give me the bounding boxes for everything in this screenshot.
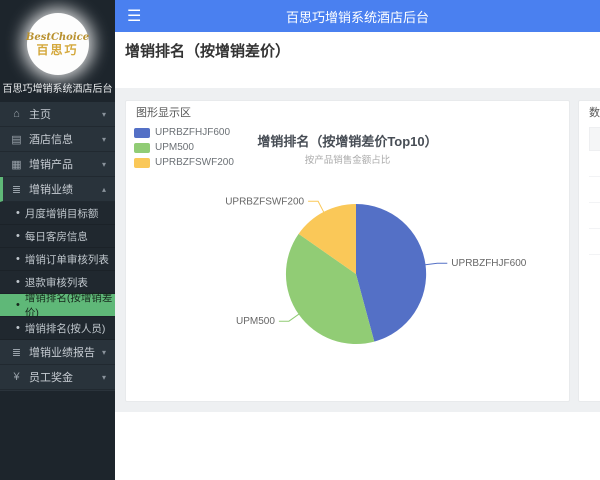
sidebar-item-label: 增销业绩报告 (29, 347, 95, 359)
brand-title: 百思巧增销系统酒店后台 (2, 84, 113, 95)
bullet-icon: • (16, 230, 20, 242)
submenu-item-label: 每日客房信息 (24, 230, 88, 243)
table-row (589, 229, 600, 255)
submenu-item-daily-room-info[interactable]: • 每日客房信息 (0, 225, 115, 248)
chart-panel-title: 图形显示区 (136, 107, 191, 119)
bullet-icon: • (16, 322, 20, 334)
chevron-down-icon: ▾ (101, 109, 106, 119)
data-panel-title: 数据显示区 (589, 107, 600, 119)
logo-script-text: BestChoice (25, 31, 90, 43)
brand-logo: BestChoice 百思巧 (25, 13, 90, 75)
sidebar-item-label: 酒店信息 (29, 134, 73, 146)
chevron-up-icon: ▴ (101, 184, 106, 194)
logo-cn-text: 百思巧 (36, 42, 79, 57)
sidebar-item-upsell-performance[interactable]: ≣ 增销业绩 ▴ (0, 177, 115, 202)
content-area: 图形显示区 UPRBZFHJF600 UPM500 UPRBZFSWF200 增… (115, 88, 600, 412)
sidebar-item-label: 增销业绩 (29, 184, 73, 196)
table-row (589, 177, 600, 203)
sidebar-item-label: 增销产品 (29, 159, 73, 171)
legend-label: UPM500 (155, 142, 194, 153)
sidebar-item-home[interactable]: ⌂ 主页 ▾ (0, 102, 115, 127)
chevron-down-icon: ▾ (101, 159, 106, 169)
bullet-icon: • (16, 299, 20, 311)
sidebar-item-label: 主页 (29, 109, 51, 121)
hamburger-menu-icon[interactable]: ☰ (127, 6, 141, 26)
submenu-item-label: 增销排名(按人员) (24, 322, 106, 335)
chevron-down-icon: ▾ (101, 134, 106, 144)
sidebar-menu: ⌂ 主页 ▾ ▤ 酒店信息 ▾ ▦ 增销产品 ▾ ≣ 增销业绩 ▴ • 月度增销… (0, 102, 115, 391)
legend-item[interactable]: UPM500 (134, 140, 234, 155)
bullet-icon: • (16, 253, 20, 265)
sidebar: BestChoice 百思巧 百思巧增销系统酒店后台 ⌂ 主页 ▾ ▤ 酒店信息… (0, 0, 115, 480)
page-title: 增销排名（按增销差价） (125, 43, 291, 60)
performance-icon: ≣ (11, 183, 22, 196)
legend-item[interactable]: UPRBZFHJF600 (134, 125, 234, 140)
chevron-down-icon: ▾ (101, 347, 106, 357)
topbar: ☰ 百思巧增销系统酒店后台 (115, 0, 600, 32)
chevron-down-icon: ▾ (101, 372, 106, 382)
pie-leader-line (278, 313, 300, 322)
legend-swatch-yellow (134, 157, 150, 168)
pie-chart-container: UPRBZFHJF600 UPM500 UPRBZFSWF200 增销排名（按增… (126, 123, 569, 399)
table-row (589, 151, 600, 177)
sidebar-item-hotel-info[interactable]: ▤ 酒店信息 ▾ (0, 127, 115, 152)
submenu-item-label: 退款审核列表 (24, 276, 88, 289)
sidebar-item-label: 员工奖金 (29, 372, 73, 384)
pie-slice-label: UPM500 (236, 316, 275, 327)
pie-slice-label: UPRBZFHJF600 (451, 258, 526, 269)
pie-leader-line (308, 200, 325, 214)
report-icon: ≣ (11, 346, 22, 359)
submenu-item-monthly-target[interactable]: • 月度增销目标额 (0, 202, 115, 225)
legend-swatch-blue (134, 127, 150, 138)
pie-leader-line (424, 262, 448, 266)
sidebar-submenu: • 月度增销目标额 • 每日客房信息 • 增销订单审核列表 • 退款审核列表 •… (0, 202, 115, 340)
chart-panel: 图形显示区 UPRBZFHJF600 UPM500 UPRBZFSWF200 增… (125, 100, 570, 402)
legend-item[interactable]: UPRBZFSWF200 (134, 155, 234, 170)
bullet-icon: • (16, 207, 20, 219)
data-panel: 数据显示区 (578, 100, 600, 402)
product-icon: ▦ (11, 158, 22, 171)
legend-label: UPRBZFHJF600 (155, 127, 231, 138)
submenu-item-order-review-list[interactable]: • 增销订单审核列表 (0, 248, 115, 271)
legend-swatch-green (134, 142, 150, 153)
submenu-item-label: 增销订单审核列表 (24, 253, 109, 266)
sidebar-item-staff-bonus[interactable]: ¥ 员工奖金 ▾ (0, 365, 115, 390)
topbar-title: 百思巧增销系统酒店后台 (285, 9, 429, 25)
chart-legend: UPRBZFHJF600 UPM500 UPRBZFSWF200 (134, 125, 234, 170)
submenu-item-label: 月度增销目标额 (24, 207, 99, 220)
sidebar-item-upsell-products[interactable]: ▦ 增销产品 ▾ (0, 152, 115, 177)
hotel-icon: ▤ (11, 133, 22, 146)
sidebar-item-performance-report[interactable]: ≣ 增销业绩报告 ▾ (0, 340, 115, 365)
data-table-header (589, 127, 600, 151)
home-icon: ⌂ (13, 108, 20, 120)
page-head: 增销排名（按增销差价） 综合检索： 饼状图 ▾ 搜索 (115, 32, 600, 115)
bonus-icon: ¥ (13, 371, 20, 383)
submenu-item-ranking-by-price-diff[interactable]: • 增销排名(按增销差价) (0, 292, 115, 319)
sidebar-divider (0, 390, 115, 391)
data-table-skeleton (589, 127, 600, 255)
table-row (589, 203, 600, 229)
legend-label: UPRBZFSWF200 (155, 157, 234, 168)
pie-slice-label: UPRBZFSWF200 (225, 196, 304, 207)
submenu-item-ranking-by-person[interactable]: • 增销排名(按人员) (0, 317, 115, 340)
bullet-icon: • (16, 276, 20, 288)
submenu-item-label: 增销排名(按增销差价) (24, 292, 113, 319)
